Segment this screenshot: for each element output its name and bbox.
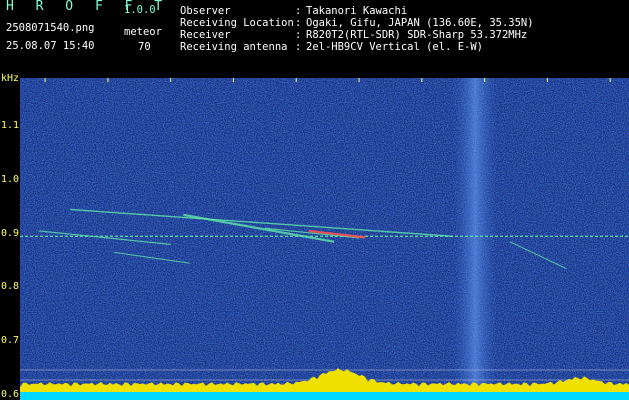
info-value-antenna: 2el-HB9CV Vertical (el. E-W) [306,41,484,53]
info-sep: : [295,29,302,41]
app-version: 1.0.0 [124,4,156,16]
spectrogram-plot [20,78,629,400]
info-sep: : [295,5,302,17]
header-panel: H R O F F T 1.0.0 2508071540.png 25.08.0… [0,0,629,78]
y-unit-label: kHz [1,73,20,84]
filename: 2508071540.png [6,22,95,34]
datetime: 25.08.07 15:40 [6,40,95,52]
spectrogram-svg [20,78,629,400]
y-tick-label: 1.1 [1,120,20,132]
signal-floor [20,392,629,400]
info-value-location: Ogaki, Gifu, JAPAN (136.60E, 35.35N) [306,17,534,29]
info-sep: : [295,41,302,53]
info-label-antenna: Receiving antenna [180,41,288,53]
info-label-receiver: Receiver [180,29,231,41]
y-tick-label: 1.0 [1,173,20,185]
meteor-count: 70 [138,41,151,53]
info-value-receiver: R820T2(RTL-SDR) SDR-Sharp 53.372MHz [306,29,528,41]
interference-band [453,78,498,400]
y-tick-label: 0.9 [1,227,20,239]
y-tick-label: 0.8 [1,281,20,293]
info-sep: : [295,17,302,29]
meteor-label: meteor [124,26,162,38]
info-label-location: Receiving Location [180,17,294,29]
y-tick-label: 0.7 [1,334,20,346]
info-label-observer: Observer [180,5,231,17]
info-value-observer: Takanori Kawachi [306,5,408,17]
y-tick-label: 0.6 [1,388,20,400]
